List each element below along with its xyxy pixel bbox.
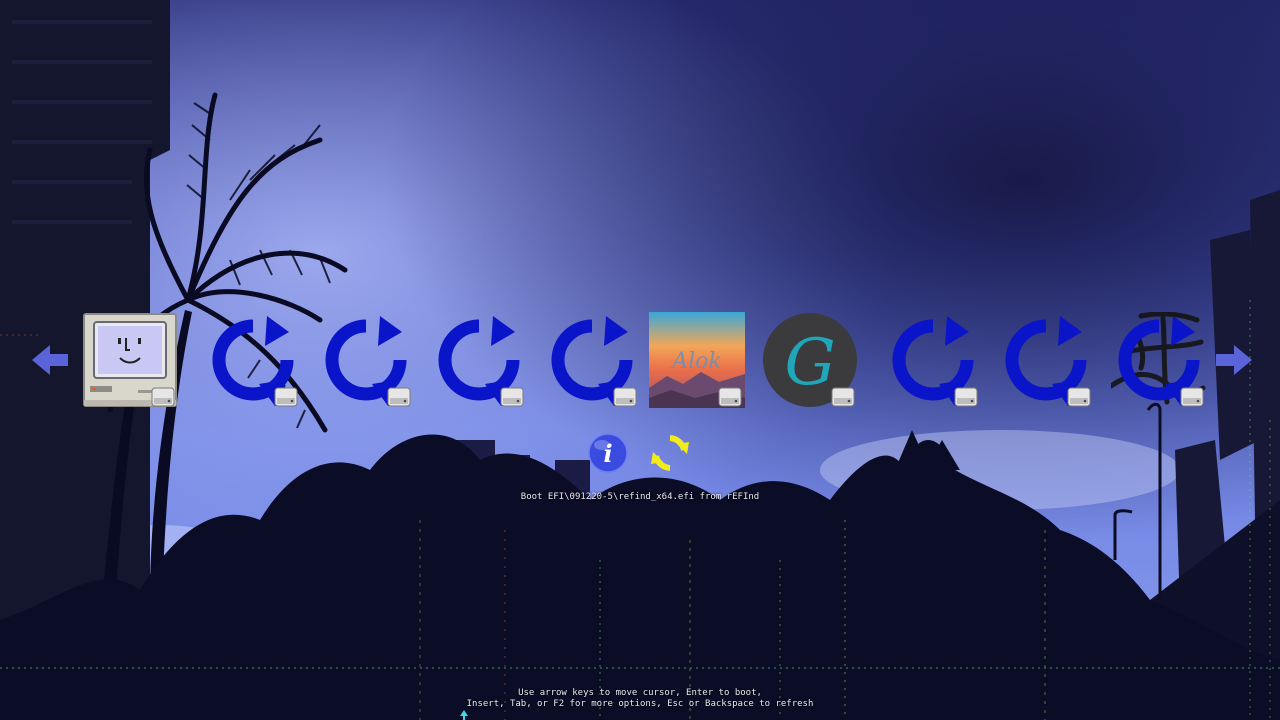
hard-disk-icon xyxy=(717,384,743,408)
hard-disk-icon xyxy=(499,384,525,408)
help-text-line-1: Use arrow keys to move cursor, Enter to … xyxy=(518,688,762,698)
svg-text:i: i xyxy=(603,439,612,468)
boot-entry-refind-5[interactable] xyxy=(885,312,981,408)
boot-entry-refind-2[interactable] xyxy=(318,312,414,408)
boot-entry-refind-4[interactable] xyxy=(544,312,640,408)
refresh-icon xyxy=(651,435,689,471)
hard-disk-icon xyxy=(1179,384,1205,408)
hard-disk-icon xyxy=(953,384,979,408)
selected-entry-label: Boot EFI\091220-5\refind_x64.efi from rE… xyxy=(520,492,760,502)
boot-entry-refind-3[interactable] xyxy=(431,312,527,408)
help-text-line-2: Insert, Tab, or F2 for more options, Esc… xyxy=(466,699,814,709)
g-logo-text: G xyxy=(784,326,835,400)
scroll-left-arrow[interactable] xyxy=(32,343,68,377)
boot-entry-macos[interactable] xyxy=(82,312,178,408)
refresh-tool-button[interactable] xyxy=(649,432,691,474)
hard-disk-icon xyxy=(150,384,176,408)
boot-entry-refind-1[interactable] xyxy=(205,312,301,408)
arrow-left-icon xyxy=(32,345,68,375)
hard-disk-icon xyxy=(612,384,638,408)
hard-disk-icon xyxy=(830,384,856,408)
hard-disk-icon xyxy=(386,384,412,408)
boot-entry-refind-6[interactable] xyxy=(998,312,1094,408)
boot-entry-g[interactable]: G xyxy=(762,312,858,408)
info-icon: i xyxy=(588,433,628,473)
about-tool-button[interactable]: i xyxy=(587,432,629,474)
hard-disk-icon xyxy=(1066,384,1092,408)
arrow-right-icon xyxy=(1216,345,1252,375)
mouse-cursor-icon xyxy=(460,710,468,720)
hard-disk-icon xyxy=(273,384,299,408)
alok-logo-text: Alok xyxy=(670,349,722,374)
scroll-right-arrow[interactable] xyxy=(1216,343,1252,377)
boot-entry-refind-7[interactable] xyxy=(1111,312,1207,408)
boot-entry-alok[interactable]: Alok xyxy=(649,312,745,408)
